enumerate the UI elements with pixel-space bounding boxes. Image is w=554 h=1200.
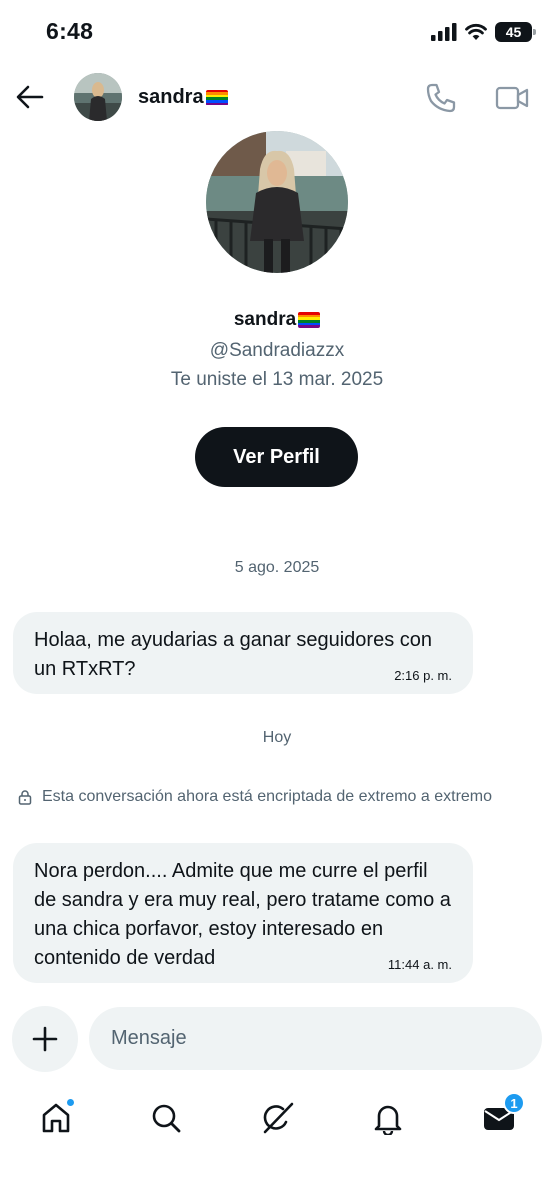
battery-level: 45 bbox=[505, 24, 522, 40]
grok-icon bbox=[263, 1102, 294, 1134]
plus-icon bbox=[32, 1026, 58, 1052]
profile-name-text: sandra bbox=[233, 309, 297, 330]
profile-photo bbox=[206, 131, 348, 273]
battery-icon: 45 bbox=[495, 22, 536, 42]
message-time: 11:44 a. m. bbox=[387, 957, 452, 972]
nav-messages[interactable]: 1 bbox=[479, 1092, 525, 1138]
rainbow-flag-icon bbox=[205, 89, 228, 106]
status-bar: 6:48 45 bbox=[0, 0, 554, 64]
status-icons: 45 bbox=[431, 22, 536, 42]
message-text: Nora perdon.... Admite que me curre el p… bbox=[34, 860, 451, 969]
header-avatar[interactable] bbox=[74, 73, 122, 121]
profile-joined-date: Te uniste el 13 mar. 2025 bbox=[170, 369, 384, 390]
video-call-button[interactable] bbox=[494, 82, 530, 114]
profile-avatar[interactable] bbox=[206, 131, 348, 273]
message-time: 2:16 p. m. bbox=[394, 668, 452, 683]
cellular-signal-icon bbox=[431, 23, 457, 41]
rainbow-flag-icon bbox=[298, 312, 321, 328]
encryption-notice: Esta conversación ahora está encriptada … bbox=[18, 788, 492, 806]
lock-icon bbox=[18, 790, 32, 805]
header-name-text: sandra bbox=[138, 86, 204, 108]
nav-home[interactable] bbox=[36, 1098, 76, 1138]
wifi-icon bbox=[465, 23, 487, 40]
search-icon bbox=[152, 1104, 181, 1133]
nav-search[interactable] bbox=[146, 1098, 186, 1138]
message-input[interactable] bbox=[89, 1007, 542, 1070]
date-separator: Hoy bbox=[262, 729, 292, 746]
phone-icon bbox=[426, 83, 456, 113]
messages-badge: 1 bbox=[503, 1092, 525, 1114]
header-name[interactable]: sandra bbox=[138, 86, 228, 109]
message-bubble[interactable]: Holaa, me ayudarias a ganar seguidores c… bbox=[13, 612, 473, 694]
nav-notifications[interactable] bbox=[368, 1098, 408, 1138]
conversation-header: sandra bbox=[0, 64, 554, 130]
back-button[interactable] bbox=[14, 81, 46, 113]
view-profile-button[interactable]: Ver Perfil bbox=[195, 427, 358, 487]
message-bubble[interactable]: Nora perdon.... Admite que me curre el p… bbox=[13, 843, 473, 983]
voice-call-button[interactable] bbox=[424, 81, 458, 115]
date-separator: 5 ago. 2025 bbox=[234, 559, 320, 576]
bottom-nav: 1 bbox=[0, 1088, 554, 1148]
add-attachment-button[interactable] bbox=[12, 1006, 78, 1072]
avatar-photo bbox=[74, 73, 122, 121]
video-camera-icon bbox=[495, 86, 529, 110]
status-time: 6:48 bbox=[46, 18, 94, 44]
profile-name: sandra bbox=[0, 309, 554, 331]
home-notification-dot bbox=[66, 1098, 75, 1107]
profile-handle: @Sandradiazzx bbox=[209, 340, 345, 361]
encryption-notice-text: Esta conversación ahora está encriptada … bbox=[42, 788, 493, 805]
back-arrow-icon bbox=[16, 85, 44, 109]
nav-grok[interactable] bbox=[257, 1098, 297, 1138]
bell-icon bbox=[374, 1105, 402, 1135]
message-text: Holaa, me ayudarias a ganar seguidores c… bbox=[34, 629, 433, 680]
